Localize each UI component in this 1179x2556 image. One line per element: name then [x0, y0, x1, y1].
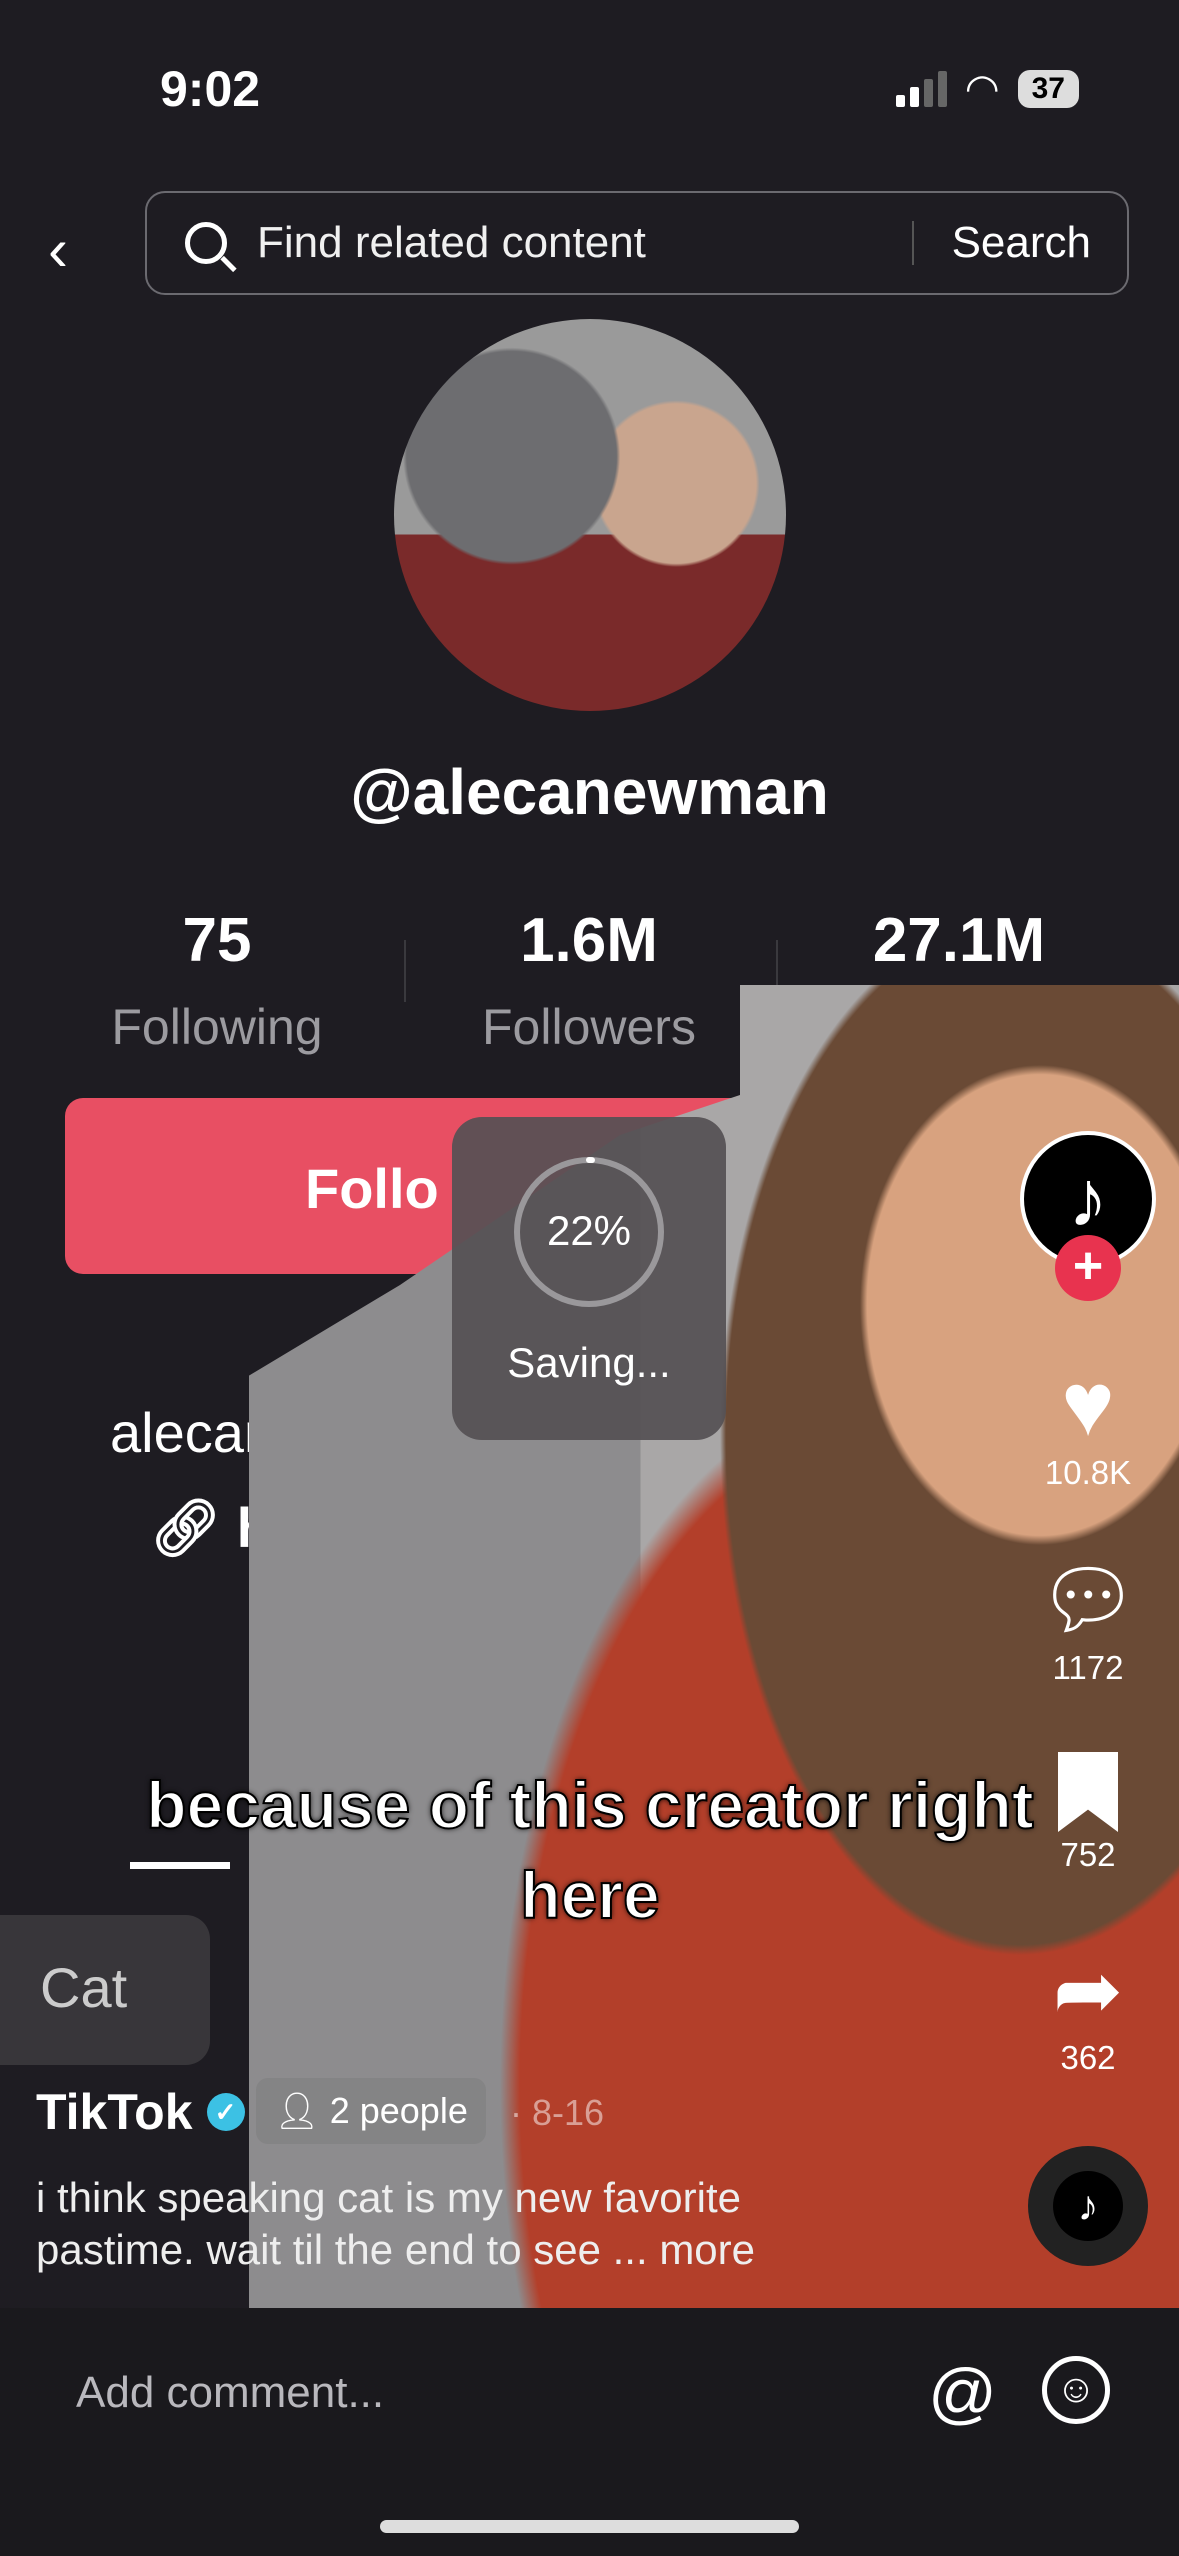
stat-value: 27.1M	[872, 906, 1046, 975]
comment-bar: Add comment... @ ☺	[0, 2308, 1179, 2556]
post-date: · 8-16	[510, 2092, 605, 2133]
status-icons: ◠ 37	[895, 66, 1079, 112]
tiktok-logo-icon: ♪	[1068, 1154, 1108, 1243]
author-name[interactable]: TikTok ✓	[36, 2083, 245, 2141]
share-arrow-icon: ➦	[1052, 1943, 1124, 2037]
signal-icon	[895, 71, 947, 107]
search-input[interactable]: Find related content	[257, 218, 912, 268]
battery-icon: 37	[1017, 70, 1079, 108]
like-count: 10.8K	[1044, 1454, 1132, 1491]
follow-plus-button[interactable]: +	[1055, 1235, 1121, 1301]
heart-icon: ♥	[1061, 1355, 1115, 1455]
comment-button[interactable]: 💬︎ 1172	[1020, 1555, 1156, 1687]
author-label: TikTok	[36, 2084, 193, 2140]
share-count: 362	[1060, 2039, 1116, 2076]
search-bar[interactable]: Find related content Search	[145, 191, 1129, 295]
progress-percent: 22%	[546, 1207, 632, 1254]
wifi-icon: ◠	[964, 67, 1000, 111]
share-button[interactable]: ➦ 362	[1020, 1945, 1156, 2077]
stat-label: Followers	[482, 999, 696, 1055]
person-icon: 👤︎	[274, 2090, 330, 2131]
stat-value: 75	[182, 906, 252, 975]
people-tag[interactable]: 👤︎ 2 people	[256, 2078, 486, 2144]
back-chevron-icon[interactable]: ‹	[48, 215, 68, 284]
stat-followers[interactable]: 1.6M Followers	[404, 905, 774, 1056]
video-description[interactable]: i think speaking cat is my new favorite …	[36, 2172, 856, 2276]
comment-input[interactable]: Add comment...	[76, 2368, 384, 2418]
comment-count: 1172	[1052, 1649, 1124, 1686]
verified-badge-icon: ✓	[206, 2093, 245, 2131]
stat-following[interactable]: 75 Following	[32, 905, 402, 1056]
video-caption-overlay: because of this creator right here	[145, 1767, 1035, 1933]
home-indicator[interactable]	[380, 2520, 799, 2533]
comment-bubble-icon: 💬︎	[1037, 1555, 1139, 1644]
search-icon	[185, 222, 227, 264]
music-disc[interactable]: ♪	[1028, 2146, 1148, 2266]
saving-toast: 22% Saving...	[452, 1117, 726, 1440]
saving-label: Saving...	[507, 1339, 671, 1386]
emoji-icon[interactable]: ☺	[1042, 2356, 1110, 2424]
search-button[interactable]: Search	[914, 218, 1127, 268]
username: @alecanewman	[350, 756, 829, 828]
tiktok-logo-icon: ♪	[1053, 2171, 1123, 2241]
status-time: 9:02	[160, 61, 261, 117]
stat-label: Following	[111, 999, 323, 1055]
stat-value: 1.6M	[520, 906, 658, 975]
people-label: 2 people	[329, 2090, 468, 2131]
progress-ring: 22%	[512, 1155, 666, 1309]
mention-icon[interactable]: @	[928, 2354, 997, 2432]
like-button[interactable]: ♥ 10.8K	[1020, 1360, 1156, 1492]
profile-avatar[interactable]	[394, 319, 786, 711]
